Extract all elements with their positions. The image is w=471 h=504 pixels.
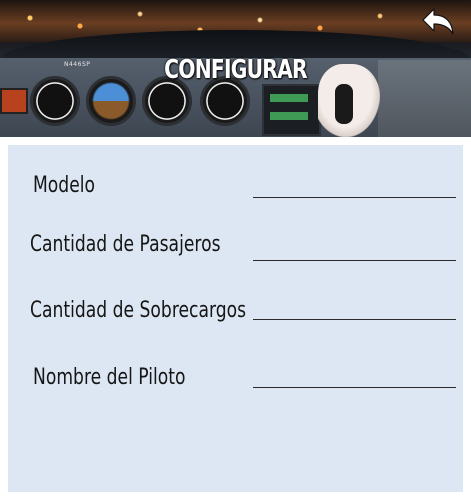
page-title: CONFIGURAR [164, 55, 308, 85]
modelo-input[interactable] [253, 173, 456, 198]
cantidad-sobrecargos-label: Cantidad de Sobrecargos [30, 298, 247, 323]
modelo-label: Modelo [33, 173, 96, 198]
header-photo-warning-panel [0, 88, 28, 114]
header-photo-throttle [335, 84, 353, 124]
cantidad-sobrecargos-input[interactable] [253, 295, 456, 320]
cantidad-pasajeros-input[interactable] [253, 236, 456, 261]
header-banner: N446SP CONFIGURAR [0, 0, 471, 137]
back-arrow-icon [422, 8, 454, 35]
back-button[interactable] [419, 6, 457, 40]
cantidad-pasajeros-label: Cantidad de Pasajeros [30, 232, 221, 257]
nombre-piloto-input[interactable] [253, 363, 456, 388]
nombre-piloto-label: Nombre del Piloto [33, 365, 186, 390]
header-photo-radio-stack [262, 84, 321, 136]
aircraft-config-form: Modelo Cantidad de Pasajeros Cantidad de… [8, 145, 463, 492]
